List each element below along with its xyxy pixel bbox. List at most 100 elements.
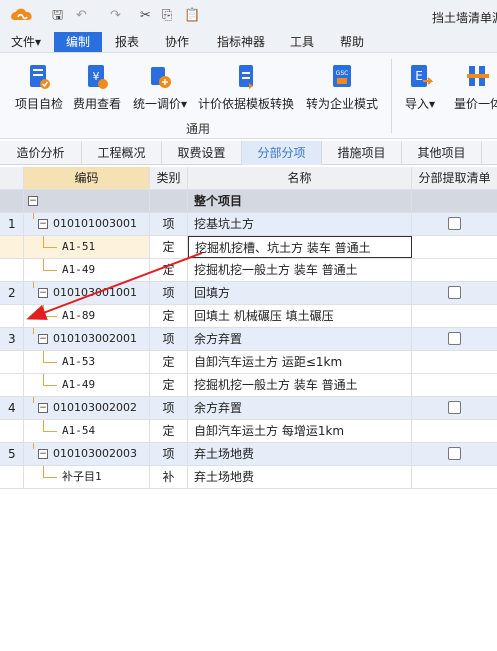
cut-icon[interactable]: ✂ [140, 8, 151, 24]
table-row[interactable]: A1-53 定自卸汽车运土方 运距≤1km [0, 351, 497, 374]
row-type[interactable]: 定 [150, 259, 188, 281]
page-tabs: 造价分析 工程概况 取费设置 分部分项 措施项目 其他项目 [0, 141, 497, 165]
table-row[interactable]: A1-51···定挖掘机挖槽、坑土方 装车 普通土 [0, 236, 497, 259]
row-num [0, 190, 24, 212]
tab-project-overview[interactable]: 工程概况 [82, 141, 162, 165]
row-code-cell[interactable]: −010103002001 [24, 328, 150, 350]
row-type[interactable]: 补 [150, 466, 188, 488]
table-row[interactable]: A1-89 定回填土 机械碾压 填土碾压 [0, 305, 497, 328]
menu-help[interactable]: 帮助 [334, 32, 370, 52]
collapse-icon[interactable]: − [38, 219, 48, 229]
cost-view-icon: ¥ [88, 65, 108, 89]
row-type[interactable]: 项 [150, 443, 188, 465]
menu-file[interactable]: 文件▾ [4, 32, 48, 52]
row-type[interactable]: 定 [150, 351, 188, 373]
row-type[interactable]: 项 [150, 213, 188, 235]
table-row[interactable]: 1−010101003001 项挖基坑土方 [0, 213, 497, 236]
menu-edit[interactable]: 编制 [54, 32, 102, 52]
row-name[interactable]: 自卸汽车运土方 运距≤1km [188, 351, 412, 373]
extract-checkbox[interactable] [448, 217, 461, 230]
row-code-cell[interactable]: −010103001001 [24, 282, 150, 304]
header-name[interactable]: 名称 [188, 167, 412, 189]
template-convert-button[interactable]: 计价依据模板转换 [196, 63, 296, 115]
paste-icon[interactable]: 📋 [184, 8, 200, 24]
collapse-icon[interactable]: − [38, 449, 48, 459]
ribbon-divider [391, 59, 392, 133]
menu-report[interactable]: 报表 [108, 32, 146, 52]
copy-icon[interactable]: ⎘ [162, 8, 172, 24]
cost-view-button[interactable]: ¥ 费用查看 [70, 63, 124, 115]
row-code-cell[interactable]: −010103002002 [24, 397, 150, 419]
redo-icon[interactable]: ↷ [110, 8, 121, 24]
tab-fee-settings[interactable]: 取费设置 [162, 141, 242, 165]
row-name[interactable]: 回填土 机械碾压 填土碾压 [188, 305, 412, 327]
tab-measures[interactable]: 措施项目 [322, 141, 402, 165]
table-row[interactable]: A1-54 定自卸汽车运土方 每增运1km [0, 420, 497, 443]
table-row[interactable]: 补子目1 补弃土场地费 [0, 466, 497, 489]
row-type[interactable]: 项 [150, 328, 188, 350]
menu-tools[interactable]: 工具 [284, 32, 320, 52]
row-name[interactable]: 挖基坑土方 [188, 213, 412, 235]
table-row[interactable]: A1-49 定挖掘机挖一般土方 装车 普通土 [0, 259, 497, 282]
import-button[interactable]: E 导入▾ [400, 63, 440, 115]
row-type[interactable]: 定 [150, 236, 188, 258]
row-code-cell[interactable]: 补子目1 [24, 466, 150, 488]
tab-sub-items[interactable]: 分部分项 [242, 141, 322, 165]
row-code-cell[interactable]: A1-54 [24, 420, 150, 442]
row-name[interactable]: 挖掘机挖一般土方 装车 普通土 [188, 374, 412, 396]
row-name[interactable]: 挖掘机挖槽、坑土方 装车 普通土 [188, 236, 412, 258]
row-code-cell[interactable]: A1-51··· [24, 236, 150, 258]
row-type[interactable]: 项 [150, 282, 188, 304]
svg-text:E: E [415, 69, 423, 83]
table-row[interactable]: 4−010103002002 项余方弃置 [0, 397, 497, 420]
enterprise-mode-button[interactable]: GSC 转为企业模式 [304, 63, 380, 115]
menu-index-tool[interactable]: 指标神器 [210, 32, 272, 52]
row-type[interactable]: 定 [150, 305, 188, 327]
unified-price-adjust-button[interactable]: 统一调价▾ [130, 63, 190, 115]
row-name[interactable]: 回填方 [188, 282, 412, 304]
header-code[interactable]: 编码 [24, 167, 150, 189]
row-code-cell[interactable]: −010101003001 [24, 213, 150, 235]
extract-checkbox[interactable] [448, 447, 461, 460]
extract-checkbox[interactable] [448, 286, 461, 299]
row-check-cell [412, 259, 497, 281]
row-name[interactable]: 自卸汽车运土方 每增运1km [188, 420, 412, 442]
row-name[interactable]: 弃土场地费 [188, 466, 412, 488]
row-type[interactable]: 定 [150, 374, 188, 396]
row-type[interactable]: 定 [150, 420, 188, 442]
header-type[interactable]: 类别 [150, 167, 188, 189]
table-row[interactable]: A1-49 定挖掘机挖一般土方 装车 普通土 [0, 374, 497, 397]
row-name[interactable]: 余方弃置 [188, 397, 412, 419]
quantity-price-button[interactable]: 量价一体 [448, 63, 497, 115]
tab-cost-analysis[interactable]: 造价分析 [0, 141, 82, 165]
table-row[interactable]: 2−010103001001 项回填方 [0, 282, 497, 305]
table-row[interactable]: 3−010103002001 项余方弃置 [0, 328, 497, 351]
quantity-price-icon [467, 66, 489, 86]
row-name[interactable]: 挖掘机挖一般土方 装车 普通土 [188, 259, 412, 281]
row-code-cell[interactable]: A1-49 [24, 259, 150, 281]
header-extract[interactable]: 分部提取清单 [412, 167, 497, 189]
row-name[interactable]: 余方弃置 [188, 328, 412, 350]
collapse-icon[interactable]: − [28, 196, 38, 206]
extract-checkbox[interactable] [448, 332, 461, 345]
extract-checkbox[interactable] [448, 401, 461, 414]
row-type [150, 190, 188, 212]
row-check-cell [412, 374, 497, 396]
collapse-icon[interactable]: − [38, 288, 48, 298]
table-row-project[interactable]: − 整个项目 [0, 190, 497, 213]
undo-icon[interactable]: ↶ [76, 8, 87, 24]
row-check-cell [412, 397, 497, 419]
save-icon[interactable]: 🖫 [52, 8, 63, 24]
row-code-cell[interactable]: A1-49 [24, 374, 150, 396]
collapse-icon[interactable]: − [38, 334, 48, 344]
row-name[interactable]: 弃土场地费 [188, 443, 412, 465]
project-check-button[interactable]: 项目自检 [14, 63, 64, 115]
row-code-cell[interactable]: A1-89 [24, 305, 150, 327]
row-type[interactable]: 项 [150, 397, 188, 419]
table-row[interactable]: 5−010103002003 项弃土场地费 [0, 443, 497, 466]
row-code-cell[interactable]: A1-53 [24, 351, 150, 373]
row-code-cell[interactable]: −010103002003 [24, 443, 150, 465]
menu-collab[interactable]: 协作 [158, 32, 196, 52]
collapse-icon[interactable]: − [38, 403, 48, 413]
tab-other-items[interactable]: 其他项目 [402, 141, 482, 165]
